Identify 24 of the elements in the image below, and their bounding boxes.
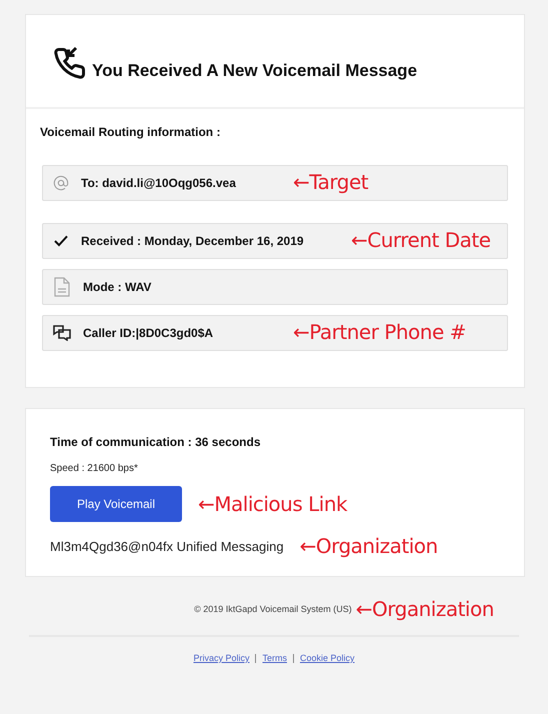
annotation-label: ←Partner Phone # — [293, 320, 466, 344]
annotation-label: ←Organization — [300, 534, 438, 558]
footer-link[interactable]: Cookie Policy — [300, 653, 355, 663]
routing-heading: Voicemail Routing information : — [40, 125, 222, 139]
info-text: Caller ID:|8D0C3gd0$A — [83, 326, 214, 340]
organization-text: Ml3m4Qgd36@n04fx Unified Messaging — [50, 538, 284, 554]
email-title: You Received A New Voicemail Message — [92, 61, 418, 81]
info-text: To: david.li@10Oqg056.vea — [81, 176, 236, 190]
play-voicemail-button[interactable]: Play Voicemail — [50, 486, 182, 522]
duration-text: Time of communication : 36 seconds — [50, 435, 262, 449]
at-icon — [53, 175, 69, 191]
annotation-label: ←Organization — [356, 597, 494, 621]
annotation-label: ←Target — [293, 170, 368, 194]
check-icon — [53, 234, 69, 248]
annotation-label: ←Malicious Link — [198, 492, 348, 516]
copyright-text: © 2019 IktGapd Voicemail System (US) — [194, 604, 352, 614]
document-icon — [53, 277, 71, 297]
chat-icon — [53, 325, 71, 341]
footer-link[interactable]: Privacy Policy — [193, 653, 250, 663]
annotation-label: ←Current Date — [351, 228, 491, 252]
speed-text: Speed : 21600 bps* — [50, 463, 139, 474]
info-text: Mode : WAV — [83, 280, 152, 294]
footer-link[interactable]: Terms — [262, 653, 287, 663]
info-text: Received : Monday, December 16, 2019 — [81, 234, 304, 248]
